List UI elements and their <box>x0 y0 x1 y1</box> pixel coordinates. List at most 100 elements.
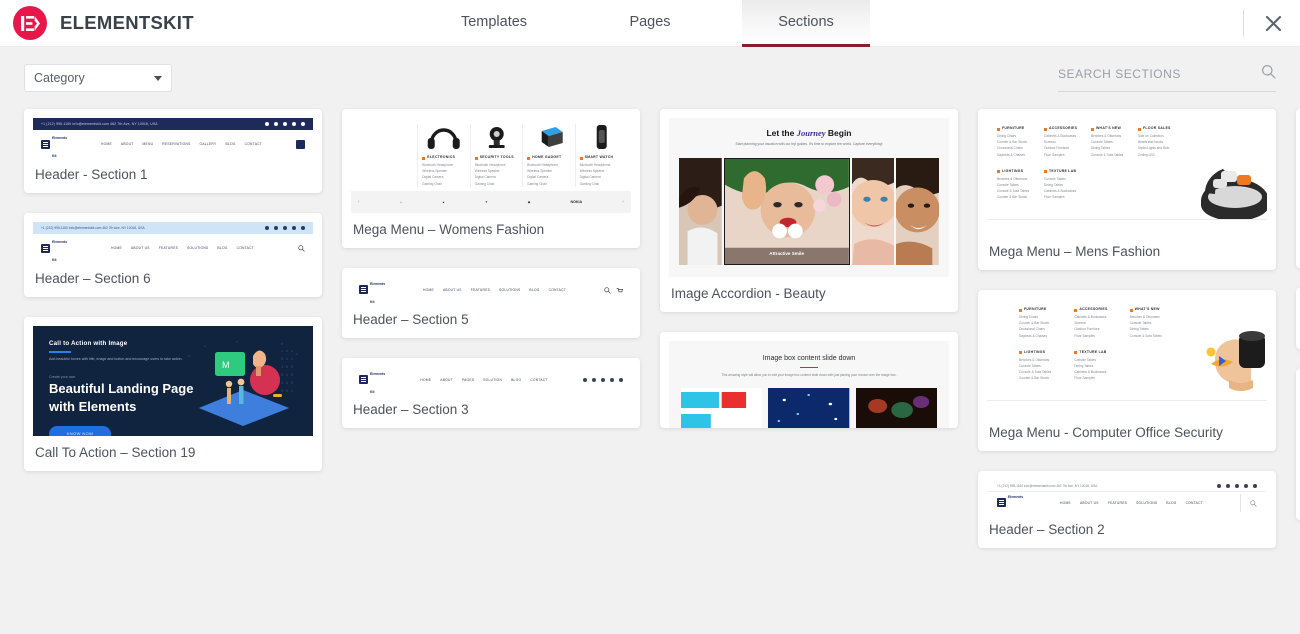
mega-menu-footer <box>987 400 1267 416</box>
svg-text:M: M <box>222 360 230 370</box>
headphone-icon <box>428 128 460 149</box>
card-label: Image Accordion - Beauty <box>671 285 826 301</box>
thumbnail: Image box content slide down This amazin… <box>669 340 949 428</box>
menu-link: Console & Sofa Tables <box>1129 333 1162 338</box>
thumbnail: +1 (212) 995-1160 info@elementskit.com 4… <box>33 118 313 158</box>
card-label: Header – Section 3 <box>353 401 469 417</box>
column-heading: ACCESSORIES <box>1044 126 1091 131</box>
svg-text:1 0 1: 1 0 1 <box>281 350 294 354</box>
ek-logo-icon: Elements Kit <box>997 485 1023 513</box>
mega-menu-footer <box>987 219 1267 235</box>
nav-item: CONTACT <box>236 246 255 250</box>
app-header: ELEMENTSKIT Templates Pages Sections <box>0 0 1300 47</box>
section-card-header-section-5[interactable]: Elements Kit HOME ABOUT US FEATURES SOLU… <box>342 267 640 338</box>
nav-item: GALLERY <box>199 142 217 146</box>
nav-item: ABOUT US <box>1079 500 1099 505</box>
category-dropdown[interactable]: Category <box>24 64 172 92</box>
accordion-caption: Attractive Smile <box>769 250 805 256</box>
section-card-header-section-3[interactable]: Elements Kit HOME ABOUT PAGES SOLUTION B… <box>342 357 640 428</box>
nav-item: CONTACT <box>244 142 263 146</box>
heading-part-2: Begin <box>825 128 852 138</box>
nav-item: BLOG <box>1166 500 1177 505</box>
header-right <box>1243 0 1300 46</box>
menu-link: Counter & Bar Stools <box>1019 376 1049 381</box>
nav-item: FEATURES <box>1107 500 1128 505</box>
accordion-image-active[interactable]: Attractive Smile <box>723 157 850 265</box>
filter-bar: Category <box>0 47 1300 109</box>
divider <box>800 366 818 369</box>
accordion-image[interactable] <box>851 157 895 265</box>
nav-item: SOLUTIONS <box>187 246 209 250</box>
nav-item: HOME <box>1060 500 1071 505</box>
thumbnail: FURNITURE Dining Chairs Counter & Bar St… <box>987 118 1267 235</box>
menu-link: Floor Samples <box>1074 333 1095 338</box>
heading-part-1: Let the <box>766 128 797 138</box>
card-label: Header – Section 5 <box>353 311 469 327</box>
section-card-header-section-6[interactable]: +1 (212) 995-1160 info@elementskit.com 4… <box>24 213 322 297</box>
tab-templates[interactable]: Templates <box>430 0 558 47</box>
search-icon <box>298 239 305 257</box>
column-heading: TEXTURE LAB <box>1044 169 1091 173</box>
ek-label-2: Kit <box>370 389 375 393</box>
thumb-nav: HOME ABOUT US FEATURES SOLUTIONS BLOG CO… <box>423 288 566 292</box>
ibs-boxes <box>681 387 937 428</box>
section-card-footer-section-2[interactable]: Elements Kit Behind the world mentality,… <box>1296 368 1300 520</box>
thumb-nav: HOME ABOUT US FEATURES SOLUTIONS BLOG CO… <box>1060 501 1203 505</box>
search-sections[interactable] <box>1058 64 1276 92</box>
menu-link: Counter & Bar Stools <box>997 195 1027 200</box>
thumb-nav: HOME ABOUT US FEATURES SOLUTIONS BLOG CO… <box>111 246 254 250</box>
nav-item: CONTACT <box>1185 500 1204 505</box>
nav-item: ABOUT <box>120 142 134 146</box>
card-label: Mega Menu - Computer Office Security <box>989 425 1223 440</box>
nav-item: BLOG <box>225 142 236 146</box>
search-icon[interactable] <box>1261 64 1276 84</box>
section-card-image-box-content-slide-down[interactable]: Image box content slide down This amazin… <box>660 331 958 428</box>
carousel-prev-icon: ‹ <box>358 198 360 205</box>
mega-menu-column: FLOOR SALES Sale on Collection Beads and… <box>1138 126 1185 162</box>
section-card-mega-menu-womens-fashion[interactable]: ELECTRONICS Bluetooth Headphone Wireless… <box>342 109 640 248</box>
card-label: Mega Menu – Womens Fashion <box>353 221 545 237</box>
nav-item: BLOG <box>217 246 228 250</box>
accordion-image[interactable] <box>679 157 722 265</box>
tab-pages[interactable]: Pages <box>586 0 714 47</box>
column-heading: HOME GADGET <box>527 155 570 160</box>
svg-text:1 1 0: 1 1 0 <box>281 382 294 386</box>
search-input[interactable] <box>1058 67 1255 81</box>
menu-link: Gaming Chair <box>474 181 495 186</box>
column-heading: SECURITY TOOLS <box>474 155 518 160</box>
thumbnail: Call to Action with Image Add beautiful … <box>33 326 313 436</box>
nav-item: PAGES <box>461 377 475 382</box>
brand-logo: ◆ <box>527 199 531 204</box>
tab-sections[interactable]: Sections <box>742 0 870 47</box>
accordion-sub: Start planning your vacation with our tr… <box>735 142 883 146</box>
accordion-image[interactable] <box>896 157 940 265</box>
section-card-header-section-1[interactable]: +1 (212) 995-1160 info@elementskit.com 4… <box>24 109 322 193</box>
nav-item: HOME <box>423 287 434 292</box>
section-card-mega-menu-mens-fashion[interactable]: FURNITURE Dining Chairs Counter & Bar St… <box>978 109 1276 270</box>
close-icon[interactable] <box>1260 10 1286 36</box>
column-heading: ELECTRONICS <box>422 155 465 160</box>
accordion-heading: Let the Journey Begin <box>679 128 939 138</box>
thumbnail: Elements Kit HOME ABOUT PAGES SOLUTION B… <box>351 366 631 393</box>
thumb-nav: HOME ABOUT MENU RESERVATIONS GALLERY BLO… <box>101 142 262 146</box>
ek-label-1: Elements <box>370 371 386 376</box>
search-icon <box>604 281 611 299</box>
cart-icon <box>616 281 624 299</box>
nav-item: RESERVATIONS <box>162 142 191 146</box>
home-gadget-icon <box>541 127 563 147</box>
card-label: Call To Action – Section 19 <box>35 445 196 460</box>
section-card-call-to-action-section-19[interactable]: Call to Action with Image Add beautiful … <box>24 317 322 471</box>
svg-text:0 0 1: 0 0 1 <box>281 390 294 394</box>
column-heading: SMART WATCH <box>579 155 623 160</box>
brand-logo: ✦ <box>485 199 488 204</box>
section-card-header-section-2[interactable]: +1 (212) 995-1160 info@elementskit.com 4… <box>978 471 1276 548</box>
heading-emphasis: Journey <box>796 128 826 138</box>
section-card-image-accordion-beauty[interactable]: Let the Journey Begin Start planning you… <box>660 109 958 312</box>
menu-link: Floor Samples <box>1044 152 1065 157</box>
section-card-selected-work[interactable]: Journey Towards Success SELECTED WORK ✸ … <box>1296 109 1300 268</box>
ibs-sub: This amazing style will allow you to edi… <box>721 373 897 378</box>
section-card-mega-menu-computer-office-security[interactable]: FURNITURE Dining Chairs Counter & Bar St… <box>978 290 1276 451</box>
menu-link: Gaming Chair <box>422 181 442 186</box>
mega-menu-column: ACCESSORIES Cabinets & Bookcases Screens… <box>1044 126 1091 162</box>
section-card-header-section-4[interactable]: Elements Kit HOME ABOUT US FEATURES SOLU… <box>1296 287 1300 349</box>
